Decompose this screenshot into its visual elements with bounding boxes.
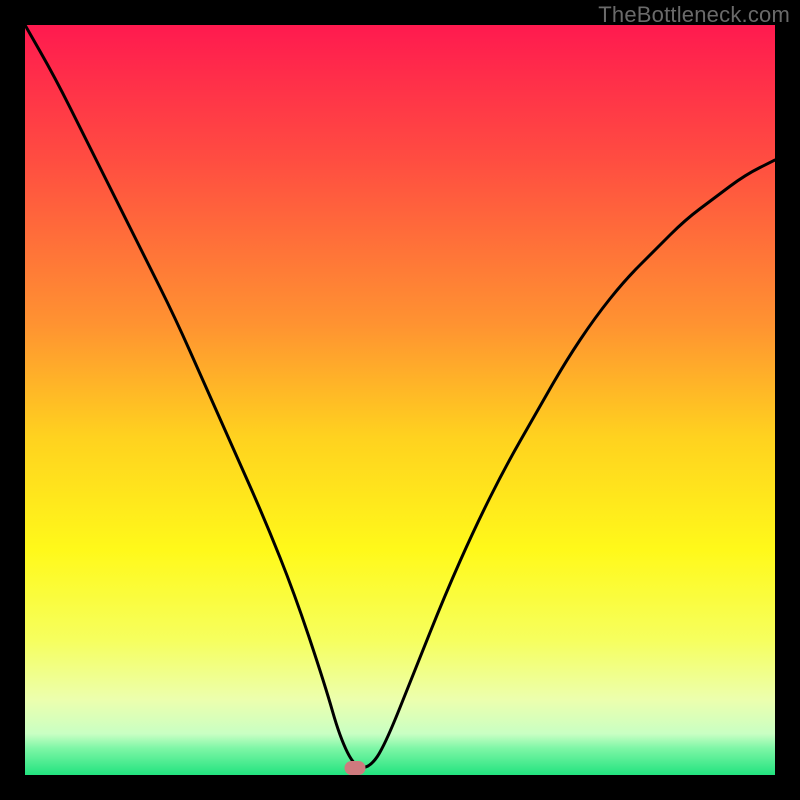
- watermark-text: TheBottleneck.com: [598, 2, 790, 28]
- plot-area: [25, 25, 775, 775]
- gradient-background: [25, 25, 775, 775]
- optimal-point-marker: [345, 761, 366, 775]
- bottleneck-chart-svg: [25, 25, 775, 775]
- chart-frame: TheBottleneck.com: [0, 0, 800, 800]
